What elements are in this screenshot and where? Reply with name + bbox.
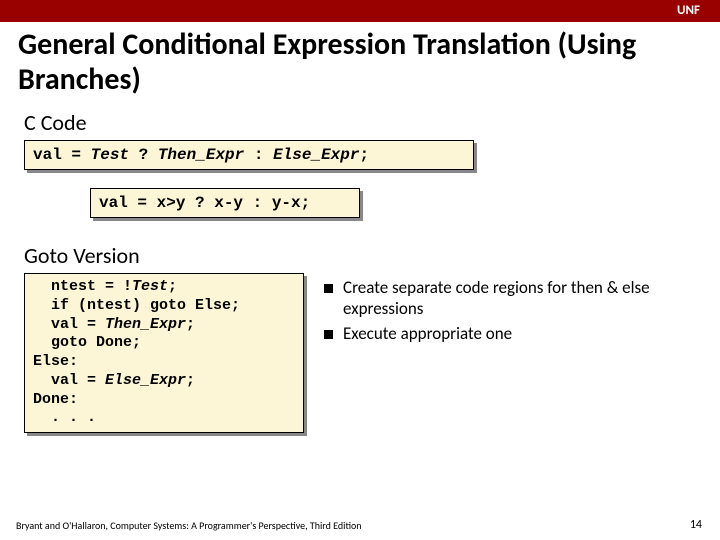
code-text: goto Done;: [33, 334, 141, 351]
bullet-list: Create separate code regions for then & …: [324, 273, 696, 348]
section-goto: Goto Version: [0, 218, 720, 273]
code-text: ?: [129, 146, 158, 164]
codebox-goto: ntest = !Test; if (ntest) goto Else; val…: [24, 273, 304, 433]
page-number: 14: [690, 518, 702, 532]
code-text: ntest = !: [33, 278, 132, 295]
codebox-example: val = x>y ? x-y : y-x;: [90, 188, 360, 218]
code-text: val =: [33, 146, 91, 164]
bullet-item: Execute appropriate one: [324, 323, 696, 344]
code-text: if (ntest) goto Else;: [33, 297, 240, 314]
code-text: ;: [168, 278, 177, 295]
bullet-square-icon: [324, 330, 333, 339]
slide-title: General Conditional Expression Translati…: [0, 22, 720, 99]
codebox-expression: val = Test ? Then_Expr : Else_Expr;: [24, 140, 474, 170]
code-ital: Then_Expr: [105, 316, 186, 333]
section-ccode: C Code: [0, 99, 720, 140]
code-text: ;: [186, 372, 195, 389]
code-text: val =: [33, 316, 105, 333]
code-ital: Test: [132, 278, 168, 295]
code-ital: Else_Expr: [105, 372, 186, 389]
bullet-text: Execute appropriate one: [343, 323, 512, 344]
footer-citation: Bryant and O'Hallaron, Computer Systems:…: [16, 519, 362, 532]
code-text: ;: [186, 316, 195, 333]
code-text: val =: [33, 372, 105, 389]
code-ital: Else_Expr: [273, 146, 359, 164]
code-text: ;: [359, 146, 369, 164]
bullet-text: Create separate code regions for then & …: [343, 277, 696, 319]
bullet-item: Create separate code regions for then & …: [324, 277, 696, 319]
code-text: Else:: [33, 353, 78, 370]
code-text: Done:: [33, 391, 78, 408]
code-ital: Test: [91, 146, 129, 164]
code-ital: Then_Expr: [158, 146, 244, 164]
topbar: UNF: [0, 0, 720, 22]
code-text: . . .: [33, 409, 96, 426]
code-text: :: [244, 146, 273, 164]
bullet-square-icon: [324, 284, 333, 293]
topbar-label: UNF: [677, 3, 700, 18]
